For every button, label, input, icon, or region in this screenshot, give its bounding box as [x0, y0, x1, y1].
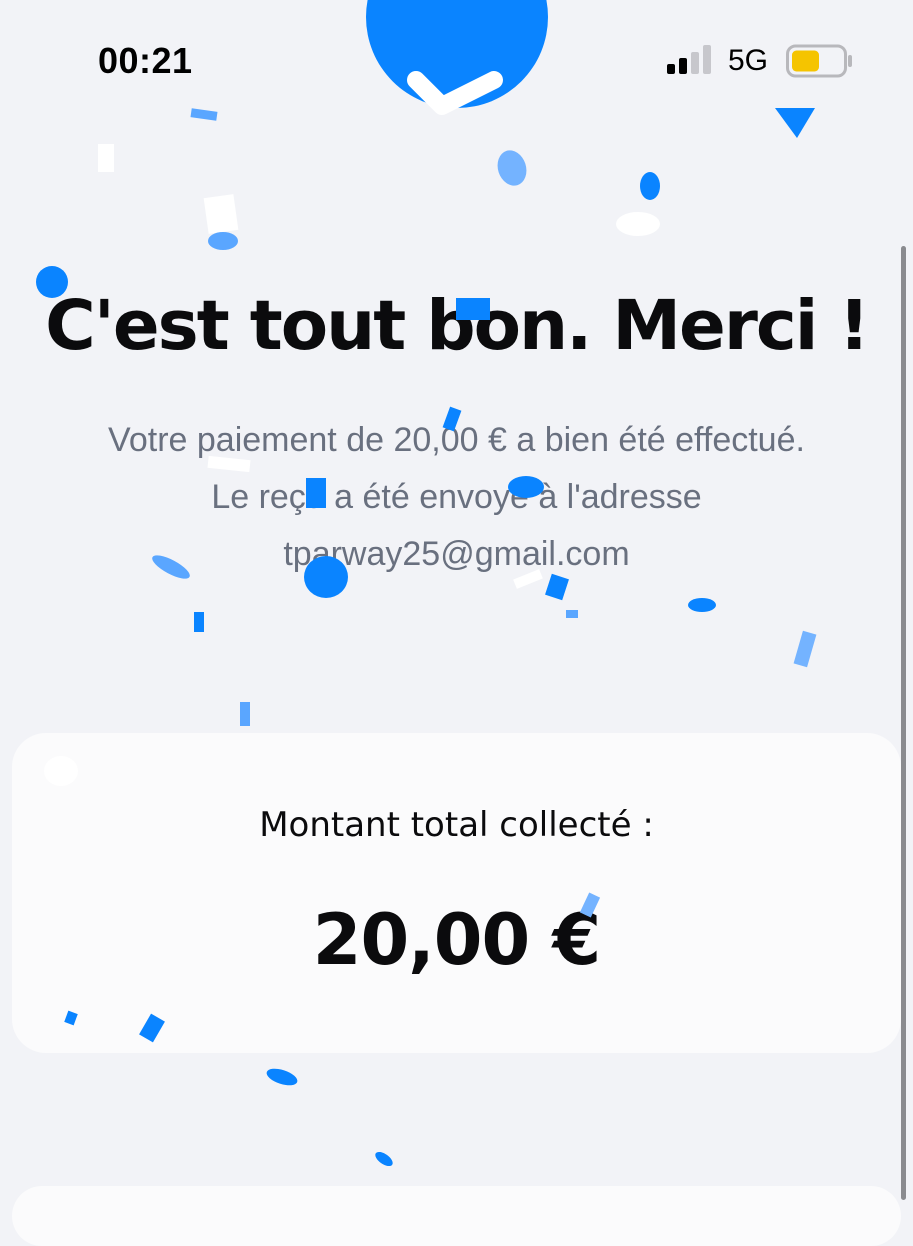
confetti-piece [194, 612, 204, 632]
cellular-signal-icon [667, 45, 711, 74]
total-amount-card: Montant total collecté : 20,00 € [12, 733, 901, 1053]
confetti-piece [566, 610, 578, 618]
confetti-piece [688, 598, 716, 612]
confetti-piece [208, 232, 238, 250]
scrollbar[interactable] [901, 246, 907, 1200]
payment-confirmation-text: Votre paiement de 20,00 € a bien été eff… [108, 421, 805, 459]
confetti-piece [264, 1065, 300, 1089]
confetti-piece [98, 144, 114, 172]
total-amount-value: 20,00 € [312, 899, 602, 981]
success-message: Votre paiement de 20,00 € a bien été eff… [0, 412, 913, 583]
confetti-piece [240, 702, 250, 726]
receipt-email: tparway25@gmail.com [283, 535, 630, 573]
success-badge [366, 0, 548, 115]
confetti-piece [640, 172, 660, 200]
confetti-piece [372, 1149, 396, 1169]
confetti-piece [190, 108, 218, 121]
confetti-piece [775, 108, 815, 138]
confetti-piece [203, 194, 239, 234]
total-amount-label: Montant total collecté : [259, 805, 654, 845]
confetti-piece [616, 212, 660, 236]
success-title: C'est tout bon. Merci ! [45, 286, 870, 366]
network-type-label: 5G [728, 44, 769, 77]
receipt-sent-text: Le reçu a été envoyé à l'adresse [211, 478, 702, 516]
status-time: 00:21 [98, 40, 193, 81]
secondary-card [12, 1186, 901, 1246]
scrollbar-thumb[interactable] [901, 246, 906, 1200]
confetti-piece [793, 630, 817, 668]
battery-icon [786, 44, 852, 78]
